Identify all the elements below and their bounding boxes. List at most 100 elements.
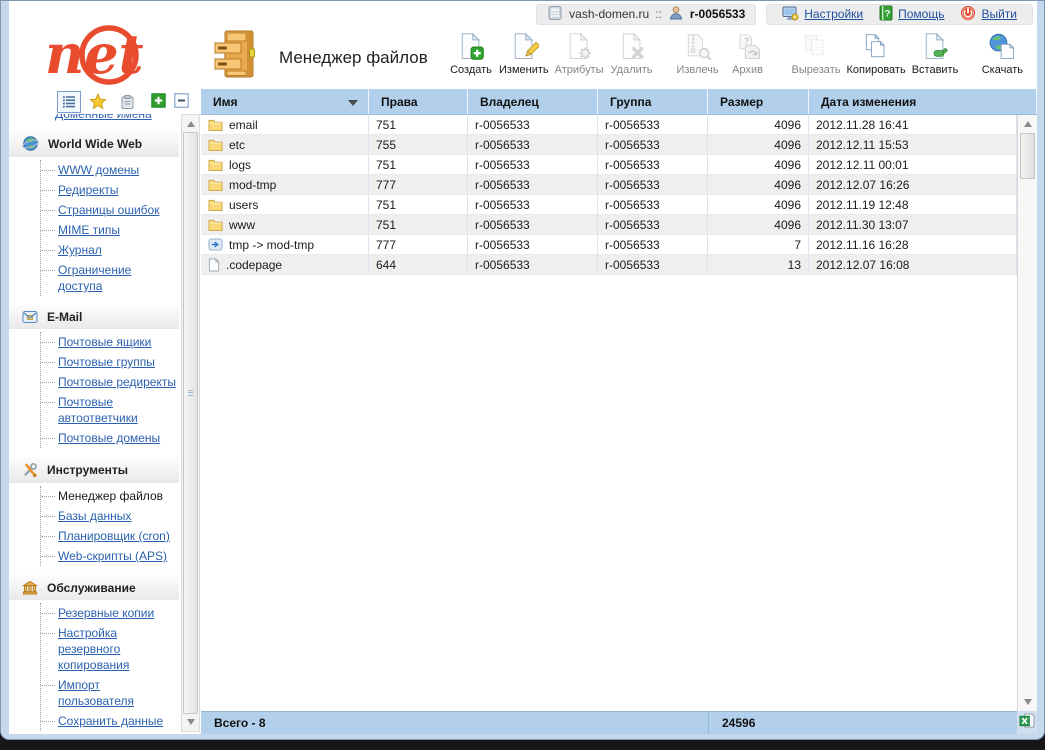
- sidebar-item-link[interactable]: Сохранить данные: [58, 714, 163, 728]
- sidebar-scroll-thumb[interactable]: [183, 132, 198, 714]
- sidebar-section-tools[interactable]: Инструменты: [9, 457, 179, 483]
- cell-owner: r-0056533: [468, 195, 598, 214]
- sidebar-item-link[interactable]: Настройка резервного копирования: [58, 626, 129, 672]
- sidebar-item-link[interactable]: Ограничение доступа: [58, 263, 131, 293]
- app-window: vash-domen.ru :: r-0056533 Настройки?Пом…: [0, 0, 1045, 740]
- sidebar-item-link[interactable]: Резервные копии: [58, 606, 154, 620]
- table-rows: email751r-0056533r-005653340962012.11.28…: [201, 115, 1017, 275]
- sidebar-item-link[interactable]: Импорт пользователя: [58, 678, 134, 708]
- sidebar-section-bank[interactable]: Обслуживание: [9, 575, 179, 600]
- cell-group: r-0056533: [598, 195, 708, 214]
- sidebar-item-link[interactable]: Базы данных: [58, 509, 131, 523]
- favorites-button[interactable]: [86, 91, 110, 113]
- attributes-button: Атрибуты: [552, 31, 607, 76]
- sidebar-item-link[interactable]: Почтовые домены: [58, 431, 160, 445]
- sidebar-section-items: WWW домены Редиректы Страницы ошибок MIME т…: [40, 160, 179, 296]
- cell-text: 2012.11.30 13:07: [816, 218, 909, 232]
- column-header-2[interactable]: Владелец: [468, 89, 598, 114]
- archive-button: ?Архив: [723, 31, 773, 76]
- table-row[interactable]: logs751r-0056533r-005653340962012.12.11 …: [201, 155, 1017, 175]
- table-row[interactable]: www751r-0056533r-005653340962012.11.30 1…: [201, 215, 1017, 235]
- sidebar-item-link[interactable]: Почтовые группы: [58, 355, 155, 369]
- cell-perms: 777: [369, 175, 468, 194]
- sidebar-item-domain-names[interactable]: Доменные имена: [55, 114, 152, 121]
- sidebar-item-link[interactable]: MIME типы: [58, 223, 120, 237]
- header-band: net Менеджер файлов СоздатьИзменитьАтриб…: [9, 27, 1037, 89]
- column-header-1[interactable]: Права: [369, 89, 468, 114]
- username-label: r-0056533: [690, 7, 745, 21]
- copy-button[interactable]: Копировать: [843, 31, 908, 76]
- column-header-label: Группа: [610, 95, 651, 109]
- sidebar-item-clipped[interactable]: Доменные имена: [39, 114, 179, 123]
- sidebar-item-link[interactable]: Почтовые редиректы: [58, 375, 176, 389]
- notes-button[interactable]: [115, 91, 139, 113]
- sidebar-item-active[interactable]: Менеджер файлов: [58, 489, 163, 503]
- cell-text: 4096: [774, 198, 801, 212]
- domain-label: vash-domen.ru: [569, 7, 649, 21]
- table-scrollbar[interactable]: [1017, 115, 1037, 711]
- sidebar-section-mail[interactable]: E-Mail: [9, 305, 179, 329]
- sidebar-scroll-down-arrow[interactable]: [182, 714, 199, 730]
- table-row[interactable]: .codepage644r-0056533r-0056533132012.12.…: [201, 255, 1017, 275]
- edit-button[interactable]: Изменить: [496, 31, 552, 76]
- column-header-4[interactable]: Размер: [708, 89, 809, 114]
- cell-text: r-0056533: [475, 238, 530, 252]
- create-button[interactable]: Создать: [446, 31, 496, 76]
- cell-text: 755: [376, 138, 396, 152]
- cell-text: etc: [229, 138, 245, 152]
- help-link[interactable]: Помощь: [898, 7, 944, 21]
- collapse-all-button[interactable]: [174, 93, 191, 110]
- mail-icon: [22, 310, 38, 324]
- settings-link[interactable]: Настройки: [804, 7, 863, 21]
- cell-text: www: [229, 218, 255, 232]
- cell-perms: 644: [369, 255, 468, 274]
- column-header-3[interactable]: Группа: [598, 89, 708, 114]
- sidebar-item-link[interactable]: WWW домены: [58, 163, 139, 177]
- help-icon: ?: [879, 5, 893, 24]
- table-row[interactable]: etc755r-0056533r-005653340962012.12.11 1…: [201, 135, 1017, 155]
- sidebar-section-globe[interactable]: World Wide Web: [9, 130, 179, 157]
- sidebar-scrollbar[interactable]: [181, 114, 200, 732]
- expand-all-button[interactable]: [151, 93, 168, 110]
- table-scroll-up-arrow[interactable]: [1018, 116, 1037, 132]
- cell-name: mod-tmp: [201, 175, 369, 194]
- sidebar-item-link[interactable]: Планировщик (cron): [58, 529, 170, 543]
- download-button[interactable]: Скачать: [977, 31, 1027, 76]
- table-row[interactable]: email751r-0056533r-005653340962012.11.28…: [201, 115, 1017, 135]
- sidebar-item: Почтовые ящики: [41, 332, 179, 352]
- cell-perms: 751: [369, 155, 468, 174]
- column-header-label: Владелец: [480, 95, 539, 109]
- cell-text: 751: [376, 118, 396, 132]
- cell-text: 4096: [774, 218, 801, 232]
- list-view-button[interactable]: [57, 91, 81, 113]
- power-icon: [960, 5, 976, 24]
- sidebar-item-link[interactable]: Почтовые ящики: [58, 335, 151, 349]
- paste-icon: [920, 31, 950, 63]
- table-scroll-thumb[interactable]: [1020, 133, 1035, 179]
- table-row[interactable]: mod-tmp777r-0056533r-005653340962012.12.…: [201, 175, 1017, 195]
- table-scroll-down-arrow[interactable]: [1018, 694, 1037, 710]
- sidebar-item-link[interactable]: Журнал: [58, 243, 102, 257]
- toolbar-button-label: Вставить: [912, 64, 959, 76]
- sort-descending-icon: [348, 100, 358, 106]
- cell-owner: r-0056533: [468, 135, 598, 154]
- sidebar-item-link[interactable]: Страницы ошибок: [58, 203, 159, 217]
- cell-size: 7: [708, 235, 809, 254]
- table-row[interactable]: tmp -> mod-tmp777r-0056533r-005653372012…: [201, 235, 1017, 255]
- export-excel-button[interactable]: [1017, 711, 1037, 734]
- column-header-0[interactable]: Имя: [201, 89, 369, 114]
- table-row[interactable]: users751r-0056533r-005653340962012.11.19…: [201, 195, 1017, 215]
- cell-text: 2012.11.16 16:28: [816, 238, 909, 252]
- column-header-5[interactable]: Дата изменения: [809, 89, 1037, 114]
- cell-text: r-0056533: [475, 158, 530, 172]
- cell-date: 2012.11.19 12:48: [809, 195, 1017, 214]
- delete-button: Удалить: [607, 31, 657, 76]
- cell-size: 4096: [708, 115, 809, 134]
- power-link[interactable]: Выйти: [981, 7, 1017, 21]
- sidebar-item-link[interactable]: Web-скрипты (APS): [58, 549, 167, 563]
- paste-button[interactable]: Вставить: [909, 31, 962, 76]
- sidebar-item-link[interactable]: Редиректы: [58, 183, 118, 197]
- sidebar-scroll-up-arrow[interactable]: [182, 116, 199, 132]
- cell-text: 4096: [774, 138, 801, 152]
- sidebar-item-link[interactable]: Почтовые автоответчики: [58, 395, 138, 425]
